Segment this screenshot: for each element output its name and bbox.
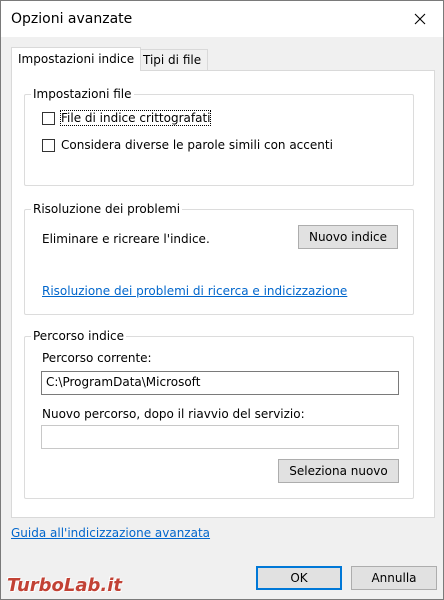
- current-location-label: Percorso corrente:: [42, 351, 152, 365]
- encrypted-index-option[interactable]: File di indice crittografati: [42, 110, 212, 126]
- encrypted-index-label: File di indice crittografati: [59, 110, 212, 126]
- current-location-field[interactable]: C:\ProgramData\Microsoft: [41, 371, 399, 395]
- accent-sensitive-checkbox[interactable]: [42, 138, 55, 152]
- new-location-field[interactable]: [41, 425, 399, 449]
- tab-file-types[interactable]: Tipi di file: [136, 49, 209, 70]
- accent-sensitive-option[interactable]: Considera diverse le parole simili con a…: [42, 138, 333, 152]
- accent-sensitive-label: Considera diverse le parole simili con a…: [61, 138, 333, 152]
- close-button[interactable]: [397, 1, 443, 37]
- window-title: Opzioni avanzate: [11, 11, 133, 27]
- tab-file-types-label: Tipi di file: [143, 53, 202, 67]
- file-settings-group: Impostazioni file File di indice crittog…: [24, 87, 414, 186]
- index-location-legend: Percorso indice: [31, 329, 127, 343]
- tab-index-settings-label: Impostazioni indice: [18, 52, 135, 66]
- new-location-label: Nuovo percorso, dopo il riavvio del serv…: [42, 407, 305, 421]
- troubleshoot-search-link[interactable]: Risoluzione dei problemi di ricerca e in…: [42, 284, 347, 298]
- tab-index-settings[interactable]: Impostazioni indice: [11, 47, 142, 71]
- cancel-button[interactable]: Annulla: [351, 566, 437, 590]
- title-bar: Opzioni avanzate: [1, 1, 443, 37]
- advanced-options-dialog: Opzioni avanzate Impostazioni indice Tip…: [0, 0, 444, 600]
- turbolab-watermark: TurboLab.it: [7, 575, 123, 596]
- troubleshooting-legend: Risoluzione dei problemi: [31, 202, 183, 216]
- rebuild-description: Eliminare e ricreare l'indice.: [42, 232, 210, 246]
- encrypted-index-checkbox[interactable]: [42, 111, 55, 125]
- index-settings-panel: Impostazioni file File di indice crittog…: [11, 70, 435, 518]
- ok-button[interactable]: OK: [256, 566, 342, 590]
- index-location-group: Percorso indice Percorso corrente: C:\Pr…: [24, 329, 414, 499]
- select-new-button[interactable]: Seleziona nuovo: [278, 459, 399, 483]
- rebuild-index-button[interactable]: Nuovo indice: [298, 225, 398, 249]
- troubleshooting-group: Risoluzione dei problemi Eliminare e ric…: [24, 202, 414, 315]
- file-settings-legend: Impostazioni file: [31, 87, 134, 101]
- advanced-indexing-help-link[interactable]: Guida all'indicizzazione avanzata: [11, 526, 210, 540]
- close-icon: [414, 13, 426, 25]
